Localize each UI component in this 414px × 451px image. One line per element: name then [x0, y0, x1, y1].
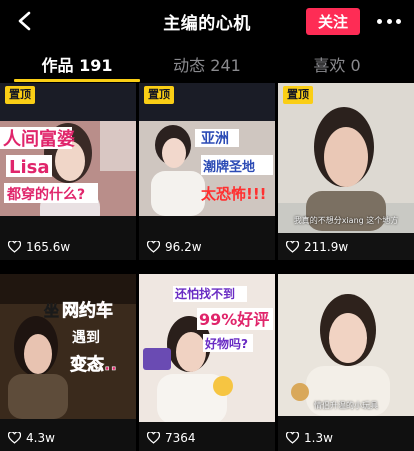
more-options-icon[interactable]	[377, 12, 401, 30]
heart-icon	[286, 241, 299, 253]
pinned-badge: 置顶	[283, 86, 313, 104]
view-count: 165.6w	[8, 240, 70, 254]
video-thumbnail[interactable]: 我真的不想分xiang 这个地方 置顶 211.9w	[278, 83, 414, 260]
caption-line: 99%好评	[199, 310, 269, 329]
video-thumbnail[interactable]: 坐 网约车 遇到 变态.. 4.3w	[0, 274, 136, 451]
view-count: 96.2w	[147, 240, 202, 254]
view-count: 211.9w	[286, 240, 348, 254]
video-thumbnail[interactable]: 还怕找不到 99%好评 好物吗? 7364	[139, 274, 275, 451]
heart-icon	[286, 432, 299, 444]
caption-line: Lisa	[9, 157, 50, 178]
view-count-text: 1.3w	[304, 431, 333, 445]
back-arrow-icon[interactable]	[14, 10, 36, 32]
heart-icon	[8, 432, 21, 444]
view-count: 1.3w	[286, 431, 333, 445]
pinned-badge: 置顶	[5, 86, 35, 104]
caption-line: 好物吗?	[204, 336, 248, 351]
tab-activity[interactable]: 动态 241	[138, 45, 276, 83]
video-subtitle: 我真的不想分xiang 这个地方	[293, 216, 399, 225]
caption-line: 人间富婆	[3, 128, 75, 150]
heart-icon	[147, 432, 160, 444]
caption-line: 遇到	[72, 329, 100, 346]
video-cover-image: 还怕找不到 99%好评 好物吗?	[139, 274, 275, 451]
view-count-text: 7364	[165, 431, 196, 445]
view-count-text: 96.2w	[165, 240, 202, 254]
tab-likes[interactable]: 喜欢 0	[268, 45, 406, 83]
heart-icon	[8, 241, 21, 253]
view-count: 7364	[147, 431, 196, 445]
tab-active-indicator	[14, 79, 140, 82]
caption-line: 太恐怖!!!	[201, 185, 267, 203]
follow-button[interactable]: 关注	[306, 8, 360, 35]
profile-tabs: 作品 191 动态 241 喜欢 0	[0, 45, 414, 83]
video-subtitle: 情侣升温的小玩具	[314, 401, 378, 410]
tab-works[interactable]: 作品 191	[8, 45, 146, 83]
view-count-text: 165.6w	[26, 240, 71, 254]
video-cover-image: 人间富婆 Lisa 都穿的什么?	[0, 83, 136, 260]
caption-line: 潮牌圣地	[203, 159, 255, 175]
video-grid: 人间富婆 Lisa 都穿的什么? 置顶 165.6w 亚洲 潮牌圣地 太恐怖!!…	[0, 83, 414, 451]
heart-icon	[147, 241, 160, 253]
caption-line: 变态..	[70, 354, 117, 375]
video-cover-image: 坐 网约车 遇到 变态..	[0, 274, 136, 451]
video-thumbnail[interactable]: 人间富婆 Lisa 都穿的什么? 置顶 165.6w	[0, 83, 136, 260]
view-count-text: 4.3w	[26, 431, 55, 445]
video-thumbnail[interactable]: 情侣升温的小玩具 1.3w	[278, 274, 414, 451]
video-thumbnail[interactable]: 亚洲 潮牌圣地 太恐怖!!! 置顶 96.2w	[139, 83, 275, 260]
view-count-text: 211.9w	[304, 240, 349, 254]
pinned-badge: 置顶	[144, 86, 174, 104]
caption-line: 都穿的什么?	[6, 186, 85, 203]
video-cover-image	[278, 83, 414, 260]
video-cover-image	[278, 274, 414, 451]
caption-line: 亚洲	[201, 131, 229, 147]
top-nav-bar: 主编的心机 关注	[0, 0, 414, 42]
caption-line: 网约车	[62, 300, 113, 321]
video-cover-image: 亚洲 潮牌圣地 太恐怖!!!	[139, 83, 275, 260]
caption-line: 坐	[44, 302, 59, 320]
view-count: 4.3w	[8, 431, 55, 445]
caption-line: 还怕找不到	[174, 286, 235, 301]
